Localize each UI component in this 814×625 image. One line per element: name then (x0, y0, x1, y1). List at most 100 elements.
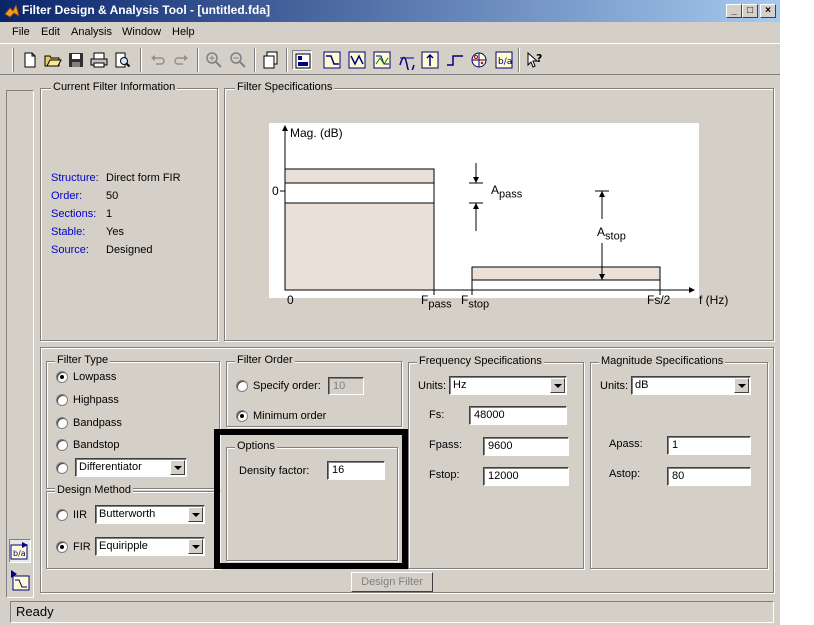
other-type-value: Differentiator (79, 461, 142, 473)
filter-type-panel: Filter Type Lowpass Highpass Bandpass Ba… (46, 354, 220, 489)
filter-coefficients-icon[interactable]: b/a (494, 50, 514, 70)
sidebar-panel: b/a (6, 90, 34, 598)
specify-order-label[interactable]: Specify order: (253, 380, 321, 392)
structure-label: Structure: (51, 172, 99, 184)
redo-icon[interactable] (171, 50, 191, 70)
magnitude-specifications-legend: Magnitude Specifications (599, 355, 726, 367)
magnitude-units-label: Units: (600, 380, 629, 392)
bandpass-label[interactable]: Bandpass (73, 417, 122, 429)
magnitude-units-dropdown[interactable]: dB (631, 376, 751, 395)
astop-subscript: stop (605, 230, 626, 243)
design-filter-button[interactable]: Design Filter (351, 572, 433, 592)
fs-input[interactable]: 48000 (469, 406, 567, 425)
fir-radio[interactable] (56, 541, 68, 553)
design-method-legend: Design Method (55, 484, 133, 496)
iir-label[interactable]: IIR (73, 509, 87, 521)
impulse-response-icon[interactable] (420, 50, 440, 70)
iir-method-dropdown[interactable]: Butterworth (95, 505, 205, 524)
chevron-down-icon[interactable] (734, 378, 749, 393)
new-icon[interactable] (20, 50, 40, 70)
astop-letter: A (597, 225, 606, 239)
other-type-dropdown[interactable]: Differentiator (75, 458, 187, 477)
maximize-icon: □ (746, 5, 754, 16)
chevron-down-icon[interactable] (170, 460, 185, 475)
zoom-in-icon[interactable] (204, 50, 224, 70)
current-filter-info-legend: Current Filter Information (51, 81, 178, 93)
density-factor-label: Density factor: (239, 465, 310, 477)
fstop-input[interactable]: 12000 (483, 467, 569, 486)
fpass-input[interactable]: 9600 (483, 437, 569, 456)
astop-input[interactable]: 80 (667, 467, 751, 486)
highpass-label[interactable]: Highpass (73, 394, 119, 406)
magnitude-phase-icon[interactable] (372, 50, 392, 70)
step-response-icon[interactable] (445, 50, 465, 70)
frequency-units-value: Hz (453, 379, 467, 391)
magnitude-specifications-panel: Magnitude Specifications Units: dB Apass… (590, 355, 768, 569)
svg-text:?: ? (536, 52, 542, 65)
group-delay-icon[interactable] (397, 50, 417, 70)
fpass-field-label: Fpass: (429, 439, 463, 451)
iir-radio[interactable] (56, 509, 68, 521)
minimum-order-label[interactable]: Minimum order (253, 410, 326, 422)
apass-field-label: Apass: (609, 438, 643, 450)
minimum-order-radio[interactable] (236, 410, 248, 422)
phase-response-icon[interactable] (347, 50, 367, 70)
lowpass-radio[interactable] (56, 371, 68, 383)
current-filter-info-panel: Current Filter Information Structure: Di… (40, 81, 218, 341)
design-filter-mode-icon[interactable]: b/a (9, 539, 31, 563)
specify-order-input[interactable]: 10 (328, 377, 364, 395)
filter-order-panel: Filter Order Specify order: 10 Minimum o… (226, 354, 402, 427)
bandstop-label[interactable]: Bandstop (73, 439, 119, 451)
open-icon[interactable] (43, 50, 63, 70)
menu-edit[interactable]: Edit (41, 26, 60, 38)
lowpass-label[interactable]: Lowpass (73, 371, 116, 383)
print-icon[interactable] (89, 50, 109, 70)
filter-type-legend: Filter Type (55, 354, 111, 366)
filter-specifications-legend: Filter Specifications (235, 81, 335, 93)
title-bar[interactable]: Filter Design & Analysis Tool - [untitle… (0, 0, 780, 22)
fs-label: Fs: (429, 409, 445, 421)
full-view-icon[interactable] (292, 50, 312, 70)
menu-bar: File Edit Analysis Window Help (0, 22, 780, 42)
specify-order-radio[interactable] (236, 380, 248, 392)
chevron-down-icon[interactable] (188, 507, 203, 522)
status-bar: Ready (10, 601, 774, 623)
menu-file[interactable]: File (12, 26, 30, 38)
whats-this-icon[interactable]: ? (525, 50, 545, 70)
apass-input[interactable]: 1 (667, 436, 751, 455)
maximize-button[interactable]: □ (742, 4, 758, 18)
import-filter-mode-icon[interactable] (9, 567, 31, 593)
astop-label: Astop (597, 225, 626, 242)
new-figure-icon[interactable] (261, 50, 281, 70)
fir-method-dropdown[interactable]: Equiripple (95, 537, 205, 556)
save-icon[interactable] (66, 50, 86, 70)
fs-half-label: Fs/2 (647, 293, 671, 307)
print-preview-icon[interactable] (112, 50, 132, 70)
bandpass-radio[interactable] (56, 417, 68, 429)
pole-zero-icon[interactable] (469, 50, 489, 70)
fstop-label: Fstop (461, 293, 489, 310)
filter-specifications-panel: Filter Specifications Mag. (dB) 0 Apass … (224, 81, 774, 341)
close-button[interactable]: × (760, 4, 776, 18)
fstop-field-label: Fstop: (429, 469, 460, 481)
fir-label[interactable]: FIR (73, 541, 91, 553)
other-type-radio[interactable] (56, 462, 68, 474)
apass-label: Apass (491, 183, 522, 200)
menu-help[interactable]: Help (172, 26, 195, 38)
zoom-out-icon[interactable] (228, 50, 248, 70)
source-value: Designed (106, 244, 153, 256)
chevron-down-icon[interactable] (550, 378, 565, 393)
frequency-axis-label: f (Hz) (699, 293, 729, 307)
menu-analysis[interactable]: Analysis (71, 26, 112, 38)
fdatool-window: Filter Design & Analysis Tool - [untitle… (0, 0, 780, 625)
chevron-down-icon[interactable] (188, 539, 203, 554)
menu-window[interactable]: Window (122, 26, 161, 38)
toolbar: b/a ? (0, 43, 780, 75)
undo-icon[interactable] (148, 50, 168, 70)
density-factor-input[interactable]: 16 (327, 461, 385, 480)
minimize-button[interactable]: _ (726, 4, 742, 18)
frequency-units-dropdown[interactable]: Hz (449, 376, 567, 395)
bandstop-radio[interactable] (56, 439, 68, 451)
magnitude-response-icon[interactable] (322, 50, 342, 70)
highpass-radio[interactable] (56, 394, 68, 406)
